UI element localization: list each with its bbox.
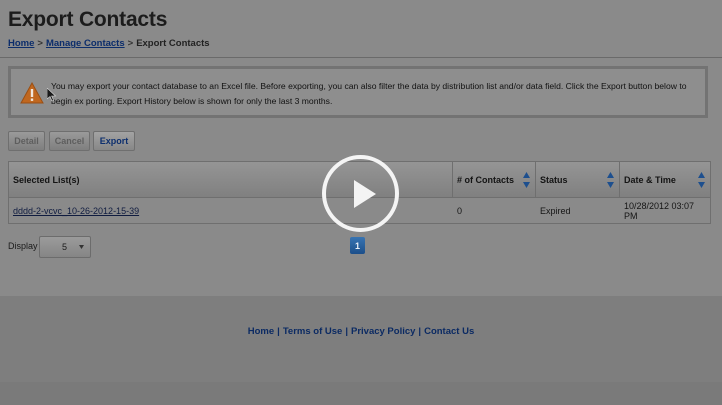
column-header-contacts[interactable]: # of Contacts	[453, 162, 536, 197]
breadcrumb-separator: >	[37, 38, 43, 49]
footer-privacy-link[interactable]: Privacy Policy	[351, 326, 415, 337]
sort-arrows-icon[interactable]	[523, 172, 530, 188]
footer-separator: |	[345, 326, 348, 337]
column-header-label: Selected List(s)	[13, 174, 80, 185]
column-header-label: Date & Time	[624, 174, 676, 185]
breadcrumb: Home > Manage Contacts > Export Contacts	[8, 38, 210, 49]
page: Export Contacts Home > Manage Contacts > Exp…	[0, 0, 722, 405]
list-name-link[interactable]: dddd-2-vcvc_10-26-2012-15-39	[13, 206, 139, 216]
display-label: Display	[8, 241, 38, 251]
sort-arrows-icon[interactable]	[698, 172, 705, 188]
detail-button[interactable]: Detail	[8, 131, 45, 151]
warning-icon	[20, 82, 44, 104]
content-area: Export Contacts Home > Manage Contacts > Exp…	[0, 0, 722, 296]
table-cell: Expired	[540, 206, 571, 216]
breadcrumb-manage-contacts-link[interactable]: Manage Contacts	[46, 38, 125, 49]
notice-text: You may export your contact database to …	[51, 81, 687, 106]
footer-home-link[interactable]: Home	[248, 326, 274, 337]
breadcrumb-current: Export Contacts	[136, 38, 210, 49]
column-header-date-time[interactable]: Date & Time	[620, 162, 710, 197]
export-button[interactable]: Export	[93, 131, 135, 151]
breadcrumb-home-link[interactable]: Home	[8, 38, 34, 49]
footer-separator: |	[277, 326, 280, 337]
footer-links: Home | Terms of Use | Privacy Policy | Contact…	[0, 326, 722, 337]
footer: Home | Terms of Use | Privacy Policy | Contact…	[0, 296, 722, 382]
chevron-down-icon	[79, 245, 84, 249]
page-title: Export Contacts	[8, 8, 168, 31]
table-cell: 10/28/2012 03:07 PM	[624, 201, 695, 221]
column-header-status[interactable]: Status	[536, 162, 620, 197]
breadcrumb-separator: >	[127, 38, 134, 49]
page-number-button[interactable]: 1	[350, 237, 365, 254]
sort-arrows-icon[interactable]	[607, 172, 614, 188]
display-count-select[interactable]: 5	[39, 236, 91, 258]
column-header-label: Status	[540, 174, 568, 185]
cancel-button[interactable]: Cancel	[49, 131, 90, 151]
footer-terms-link[interactable]: Terms of Use	[283, 326, 342, 337]
header-divider	[0, 57, 722, 58]
mouse-cursor-icon	[47, 88, 57, 102]
footer-separator: |	[418, 326, 422, 337]
display-count-value: 5	[62, 242, 68, 252]
bottom-strip	[0, 382, 722, 405]
play-button[interactable]	[322, 155, 399, 232]
info-notice: You may export your contact database to …	[8, 66, 708, 118]
table-cell: 0	[457, 206, 463, 216]
play-icon	[354, 180, 376, 208]
column-header-label: # of Contacts	[457, 174, 515, 185]
footer-contact-link[interactable]: Contact Us	[424, 326, 474, 337]
